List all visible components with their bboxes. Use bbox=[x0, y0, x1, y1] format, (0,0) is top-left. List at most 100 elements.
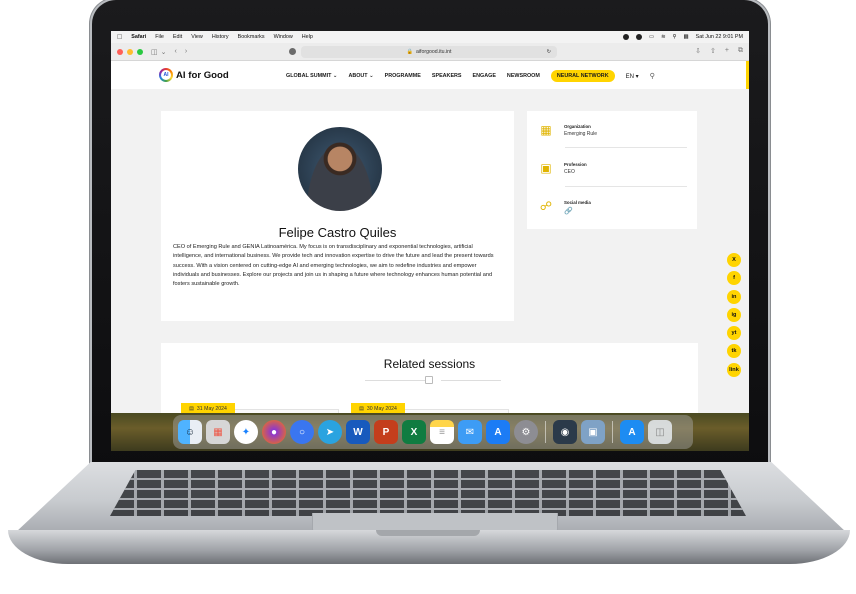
app-store-icon[interactable]: A bbox=[620, 420, 644, 444]
keyboard-rows bbox=[110, 470, 746, 516]
menu-window[interactable]: Window bbox=[274, 34, 293, 40]
nav-engage[interactable]: ENGAGE bbox=[473, 73, 496, 79]
menu-bar:  Safari File Edit View History Bookmark… bbox=[111, 31, 749, 43]
profile-card: Felipe Castro Quiles CEO of Emerging Rul… bbox=[161, 111, 514, 321]
screen:  Safari File Edit View History Bookmark… bbox=[111, 31, 749, 451]
details-card: ▦ Organization Emerging Rule ▣ Professio… bbox=[527, 111, 697, 229]
launchpad-icon[interactable]: ▦ bbox=[206, 420, 230, 444]
word-icon[interactable]: W bbox=[346, 420, 370, 444]
new-tab-icon[interactable]: + bbox=[725, 47, 729, 55]
share-icon[interactable]: ⇧ bbox=[710, 47, 716, 55]
menu-bookmarks[interactable]: Bookmarks bbox=[238, 34, 265, 40]
back-icon[interactable]: ‹ bbox=[175, 48, 177, 55]
status-app-icon[interactable] bbox=[622, 34, 629, 40]
site-logo[interactable]: AI AI for Good bbox=[159, 68, 229, 82]
window-controls bbox=[117, 48, 143, 55]
building-icon: ▦ bbox=[540, 123, 552, 137]
firefox-icon[interactable]: ● bbox=[262, 420, 286, 444]
social-media-label: Social media bbox=[564, 200, 591, 205]
site-header: AI AI for Good GLOBAL SUMMIT ⌄ ABOUT ⌄ P… bbox=[111, 61, 749, 89]
related-sessions-title: Related sessions bbox=[383, 357, 476, 371]
nav-global-summit[interactable]: GLOBAL SUMMIT ⌄ bbox=[286, 73, 337, 79]
mail-icon[interactable]: ✉ bbox=[458, 420, 482, 444]
nav-neural-network-button[interactable]: NEURAL NETWORK bbox=[550, 70, 615, 82]
search-icon[interactable]: ⚲ bbox=[650, 72, 655, 80]
profession-row: ▣ Profession CEO bbox=[538, 161, 688, 175]
flickr-icon[interactable]: link bbox=[727, 362, 741, 377]
social-media-row: ☍ Social media 🔗 bbox=[538, 199, 688, 215]
nav-about[interactable]: ABOUT ⌄ bbox=[348, 73, 373, 79]
divider bbox=[365, 380, 425, 381]
lock-icon: 🔒 bbox=[406, 49, 413, 55]
organization-label: Organization bbox=[564, 124, 591, 129]
wifi-icon[interactable]: ≋ bbox=[661, 34, 666, 40]
powerpoint-icon[interactable]: P bbox=[374, 420, 398, 444]
safari-icon[interactable]: ✦ bbox=[234, 420, 258, 444]
menu-clock[interactable]: Sat Jun 22 9:01 PM bbox=[696, 34, 743, 40]
social-sidebar: X f in ig yt tk link bbox=[727, 253, 741, 377]
app-store-dev-icon[interactable]: A bbox=[486, 420, 510, 444]
organization-row: ▦ Organization Emerging Rule bbox=[538, 123, 688, 137]
language-selector[interactable]: EN ▾ bbox=[626, 73, 639, 80]
menu-help[interactable]: Help bbox=[302, 34, 313, 40]
chevron-down-icon[interactable]: ⌄ bbox=[161, 48, 167, 56]
dock: ☺ ▦ ✦ ● ○ ➤ W P X ≡ ✉ A ⚙ ◉ ▣ A ◫ bbox=[173, 415, 693, 449]
menu-edit[interactable]: Edit bbox=[173, 34, 182, 40]
share-nodes-icon: ☍ bbox=[539, 199, 553, 213]
telegram-icon[interactable]: ➤ bbox=[318, 420, 342, 444]
downloads-icon[interactable]: ⇩ bbox=[695, 47, 701, 55]
logo-text: AI for Good bbox=[176, 69, 229, 81]
main-nav: GLOBAL SUMMIT ⌄ ABOUT ⌄ PROGRAMME SPEAKE… bbox=[286, 70, 655, 82]
organization-value: Emerging Rule bbox=[564, 131, 598, 137]
image-capture-icon[interactable]: ▣ bbox=[581, 420, 605, 444]
browser-toolbar: ◫ ⌄ ‹ › 🔒 aiforgood.itu.int ↻ ⇩ ⇧ + ⧉ bbox=[111, 43, 749, 61]
tiktok-icon[interactable]: tk bbox=[727, 344, 741, 359]
nav-programme[interactable]: PROGRAMME bbox=[385, 73, 421, 79]
control-center-icon[interactable]: ▦ bbox=[684, 34, 689, 40]
preview-icon[interactable]: ◉ bbox=[553, 420, 577, 444]
x-icon[interactable]: X bbox=[727, 253, 741, 267]
instagram-icon[interactable]: ig bbox=[727, 307, 741, 322]
nav-speakers[interactable]: SPEAKERS bbox=[432, 73, 462, 79]
divider bbox=[441, 380, 501, 381]
divider bbox=[565, 147, 687, 148]
system-settings-icon[interactable]: ⚙ bbox=[514, 420, 538, 444]
signal-icon[interactable]: ○ bbox=[290, 420, 314, 444]
minimize-window-button[interactable] bbox=[127, 48, 133, 55]
finder-icon[interactable]: ☺ bbox=[178, 420, 202, 444]
excel-icon[interactable]: X bbox=[402, 420, 426, 444]
status-accessibility-icon[interactable] bbox=[635, 34, 642, 40]
sidebar-icon[interactable]: ◫ bbox=[151, 48, 158, 56]
calendar-icon: ▤ bbox=[189, 406, 194, 412]
battery-icon[interactable]: ▭ bbox=[649, 34, 654, 40]
link-icon[interactable]: 🔗 bbox=[564, 207, 591, 215]
tab-overview-icon[interactable]: ⧉ bbox=[738, 47, 743, 55]
facebook-icon[interactable]: f bbox=[727, 271, 741, 286]
menu-view[interactable]: View bbox=[191, 34, 203, 40]
speaker-name: Felipe Castro Quiles bbox=[278, 225, 397, 240]
menu-file[interactable]: File bbox=[155, 34, 164, 40]
close-window-button[interactable] bbox=[117, 48, 123, 55]
ai-for-good-logo-icon: AI bbox=[159, 68, 173, 82]
zoom-window-button[interactable] bbox=[137, 48, 143, 55]
reload-icon[interactable]: ↻ bbox=[547, 49, 551, 55]
briefcase-icon: ▣ bbox=[540, 161, 552, 175]
url-text: aiforgood.itu.int bbox=[415, 49, 452, 55]
linkedin-icon[interactable]: in bbox=[727, 289, 741, 304]
profession-label: Profession bbox=[564, 162, 587, 167]
nav-newsroom[interactable]: NEWSROOM bbox=[507, 73, 540, 79]
speaker-avatar bbox=[298, 127, 382, 211]
address-bar[interactable]: 🔒 aiforgood.itu.int ↻ bbox=[301, 46, 557, 58]
spotlight-icon[interactable]: ⚲ bbox=[673, 34, 677, 40]
youtube-icon[interactable]: yt bbox=[727, 326, 741, 341]
privacy-shield-icon[interactable] bbox=[289, 48, 296, 55]
speaker-bio: CEO of Emerging Rule and GENIA Latinoamé… bbox=[173, 244, 494, 288]
trash-icon[interactable]: ◫ bbox=[648, 420, 672, 444]
apple-icon[interactable]:  bbox=[117, 34, 122, 41]
forward-icon[interactable]: › bbox=[185, 48, 187, 55]
lid-notch bbox=[376, 530, 480, 536]
menu-app-name[interactable]: Safari bbox=[131, 34, 146, 40]
divider bbox=[565, 186, 687, 187]
menu-history[interactable]: History bbox=[212, 34, 229, 40]
notes-icon[interactable]: ≡ bbox=[430, 420, 454, 444]
